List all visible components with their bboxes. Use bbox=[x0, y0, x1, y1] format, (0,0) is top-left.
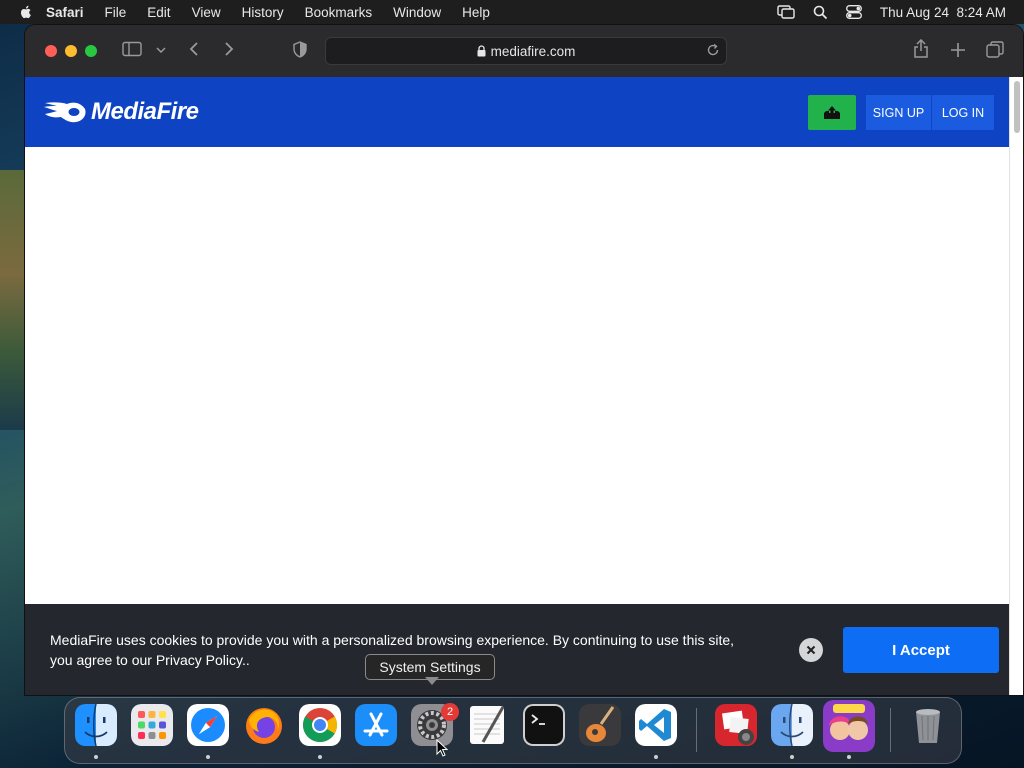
lock-icon bbox=[477, 45, 486, 57]
terminal-icon[interactable] bbox=[523, 704, 565, 746]
dock-separator bbox=[696, 708, 697, 752]
finder-icon-secondary[interactable] bbox=[771, 704, 813, 746]
dock bbox=[64, 697, 962, 764]
apple-menu-icon[interactable] bbox=[18, 4, 34, 20]
vscode-icon[interactable] bbox=[635, 704, 677, 746]
address-text: mediafire.com bbox=[490, 43, 576, 59]
scrollbar-thumb[interactable] bbox=[1014, 81, 1020, 133]
notification-badge: 2 bbox=[441, 703, 459, 721]
mouse-pointer-icon bbox=[436, 739, 448, 757]
close-icon bbox=[806, 645, 816, 655]
chrome-icon[interactable] bbox=[299, 704, 341, 746]
game-app-icon[interactable] bbox=[823, 700, 875, 752]
menu-edit[interactable]: Edit bbox=[147, 5, 170, 20]
tooltip-arrow bbox=[425, 677, 439, 685]
upload-tray-icon bbox=[824, 105, 840, 119]
running-indicator bbox=[847, 755, 851, 759]
web-page: MediaFire SIGN UP LOG IN MediaFire uses … bbox=[25, 77, 1009, 695]
accept-cookies-button[interactable]: I Accept bbox=[843, 627, 999, 673]
photo-booth-icon[interactable] bbox=[715, 704, 757, 746]
address-bar[interactable]: mediafire.com bbox=[325, 37, 727, 65]
page-scrollbar[interactable] bbox=[1009, 77, 1023, 695]
menu-view[interactable]: View bbox=[192, 5, 221, 20]
zoom-window-button[interactable] bbox=[85, 45, 97, 57]
cookie-banner: MediaFire uses cookies to provide you wi… bbox=[25, 604, 1009, 695]
menu-bookmarks[interactable]: Bookmarks bbox=[305, 5, 373, 20]
privacy-shield-icon[interactable] bbox=[293, 41, 307, 58]
close-window-button[interactable] bbox=[45, 45, 57, 57]
firefox-icon[interactable] bbox=[243, 704, 285, 746]
menu-window[interactable]: Window bbox=[393, 5, 441, 20]
trash-icon[interactable] bbox=[907, 704, 949, 746]
textedit-icon[interactable] bbox=[467, 704, 509, 746]
safari-icon[interactable] bbox=[187, 704, 229, 746]
site-header: MediaFire SIGN UP LOG IN bbox=[25, 77, 1009, 147]
running-indicator bbox=[318, 755, 322, 759]
finder-icon[interactable] bbox=[75, 704, 117, 746]
reload-icon[interactable] bbox=[706, 43, 720, 57]
menu-app-name[interactable]: Safari bbox=[46, 5, 84, 20]
running-indicator bbox=[206, 755, 210, 759]
dock-separator bbox=[890, 708, 891, 752]
menu-bar: Safari File Edit View History Bookmarks … bbox=[0, 0, 1024, 24]
cookie-close-button[interactable] bbox=[799, 638, 823, 662]
forward-arrow-icon[interactable] bbox=[223, 41, 235, 57]
garageband-icon[interactable] bbox=[579, 704, 621, 746]
back-arrow-icon[interactable] bbox=[188, 41, 200, 57]
running-indicator bbox=[790, 755, 794, 759]
launchpad-icon[interactable] bbox=[131, 704, 173, 746]
mediafire-flame-icon bbox=[44, 102, 86, 123]
menu-clock[interactable]: Thu Aug 24 8:24 AM bbox=[880, 5, 1006, 20]
menu-history[interactable]: History bbox=[242, 5, 284, 20]
chevron-down-icon[interactable] bbox=[156, 47, 166, 53]
spotlight-search-icon[interactable] bbox=[813, 5, 828, 20]
control-center-icon[interactable] bbox=[845, 5, 862, 19]
menu-help[interactable]: Help bbox=[462, 5, 490, 20]
app-store-icon[interactable] bbox=[355, 704, 397, 746]
screen-mirroring-icon[interactable] bbox=[777, 5, 795, 19]
share-icon[interactable] bbox=[913, 39, 929, 59]
sign-up-button[interactable]: SIGN UP bbox=[866, 95, 931, 130]
browser-toolbar: mediafire.com bbox=[25, 25, 1023, 77]
minimize-window-button[interactable] bbox=[65, 45, 77, 57]
log-in-button[interactable]: LOG IN bbox=[932, 95, 994, 130]
new-tab-plus-icon[interactable] bbox=[950, 42, 966, 58]
sidebar-toggle-icon[interactable] bbox=[122, 41, 142, 57]
running-indicator bbox=[94, 755, 98, 759]
menu-file[interactable]: File bbox=[105, 5, 127, 20]
logo-text: MediaFire bbox=[91, 98, 199, 125]
mediafire-logo[interactable]: MediaFire bbox=[43, 98, 199, 126]
upload-button[interactable] bbox=[808, 95, 856, 130]
safari-window: mediafire.com MediaFire SIGN UP LOG IN M… bbox=[25, 25, 1023, 695]
tab-overview-icon[interactable] bbox=[986, 41, 1004, 59]
running-indicator bbox=[654, 755, 658, 759]
